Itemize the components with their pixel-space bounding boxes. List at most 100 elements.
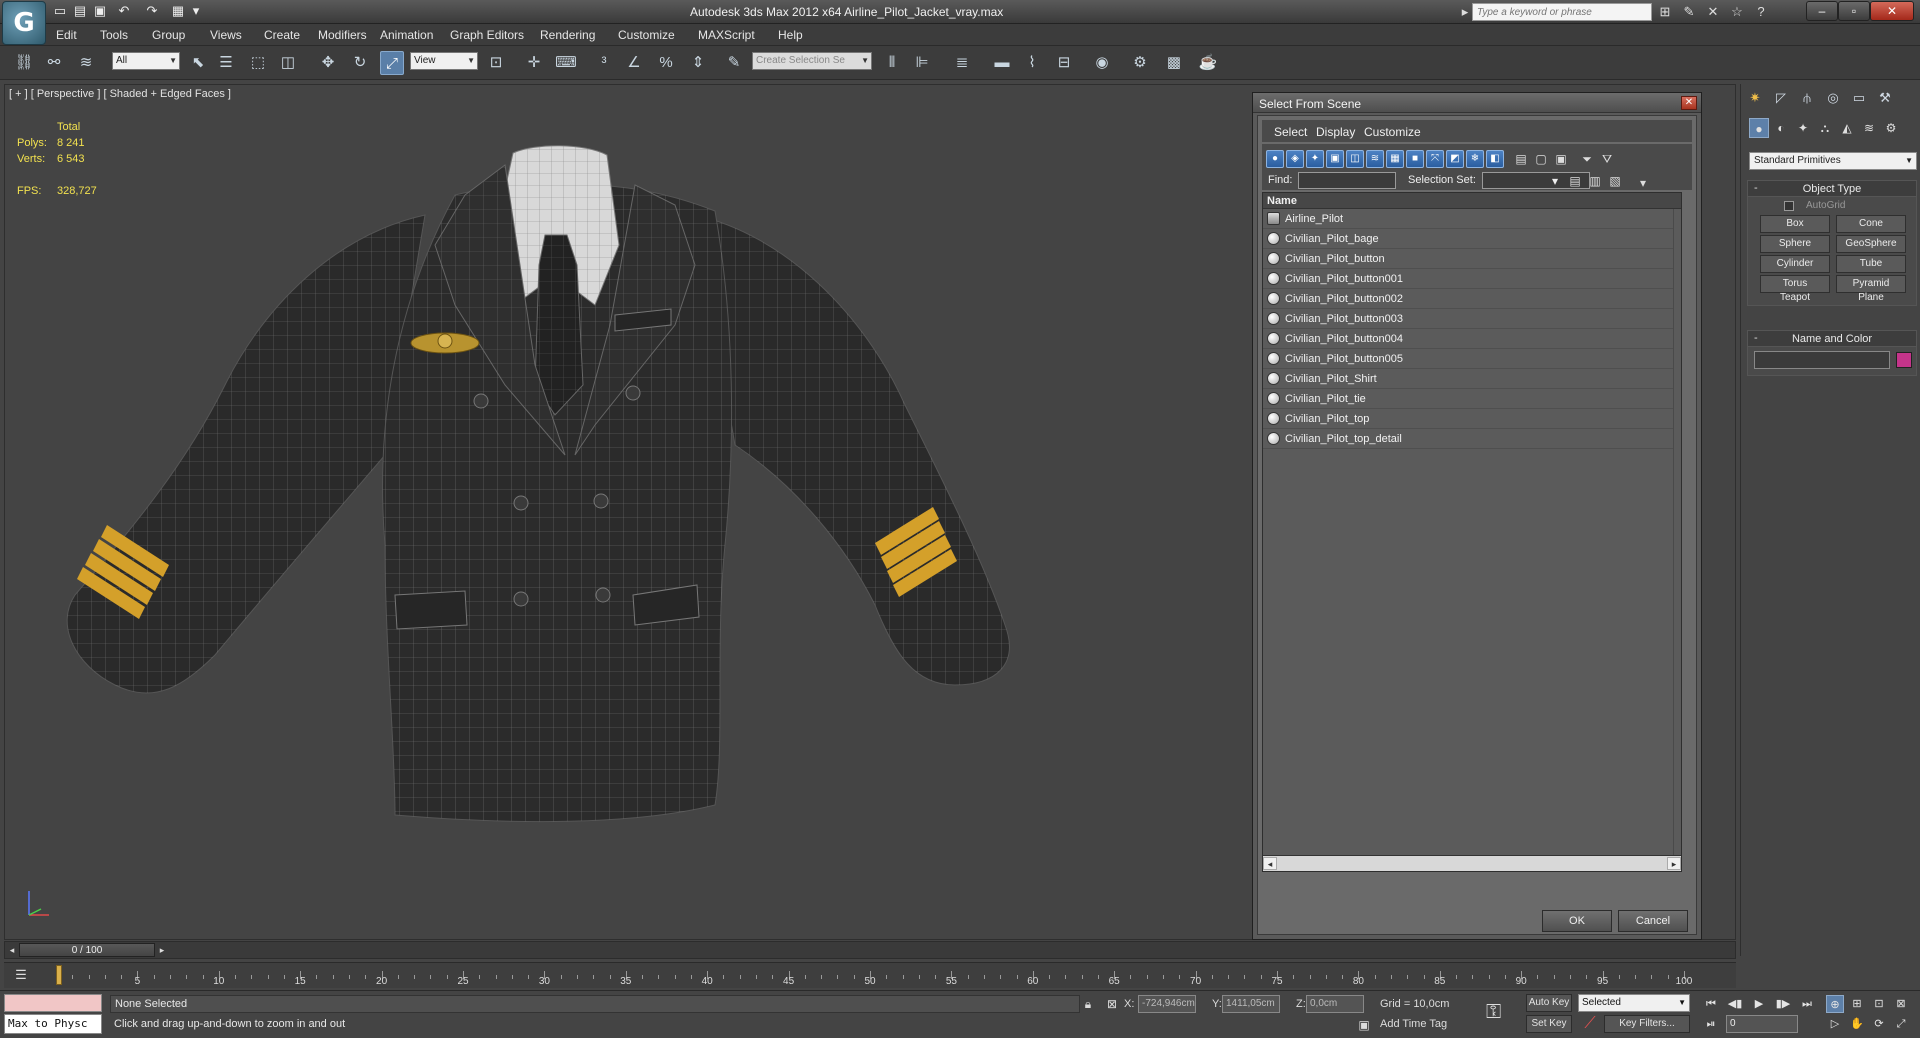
maximize-viewport-icon[interactable]: ⤢ bbox=[1892, 1015, 1910, 1033]
pyramid-button[interactable]: Pyramid bbox=[1836, 275, 1906, 293]
select-by-name-icon[interactable]: ☰ bbox=[214, 51, 238, 75]
select-object-icon[interactable]: ⬉ bbox=[186, 51, 210, 75]
maximize-button[interactable]: ▫ bbox=[1838, 1, 1870, 21]
list-item[interactable]: Civilian_Pilot_button bbox=[1263, 249, 1681, 269]
list-header[interactable]: Name bbox=[1263, 193, 1681, 209]
dialog-menu-display[interactable]: Display bbox=[1316, 125, 1355, 139]
render-setup-icon[interactable]: ⚙ bbox=[1128, 51, 1152, 75]
pan-view-icon[interactable]: ✋ bbox=[1848, 1015, 1866, 1033]
time-tag-icon[interactable]: ▣ bbox=[1356, 1017, 1372, 1033]
pilot-jacket-model[interactable] bbox=[35, 125, 1215, 945]
list-item[interactable]: Civilian_Pilot_tie bbox=[1263, 389, 1681, 409]
display-xrefs-icon[interactable]: ■ bbox=[1406, 150, 1424, 168]
list-item[interactable]: Civilian_Pilot_button005 bbox=[1263, 349, 1681, 369]
angle-snap-icon[interactable]: ∠ bbox=[622, 51, 646, 75]
display-groups-icon[interactable]: ▦ bbox=[1386, 150, 1404, 168]
scene-object-list[interactable]: Name Airline_Pilot Civilian_Pilot_bage Civ… bbox=[1262, 192, 1682, 872]
find-input[interactable] bbox=[1298, 172, 1396, 189]
viewport-label[interactable]: [ + ] [ Perspective ] [ Shaded + Edged F… bbox=[9, 88, 231, 100]
list-item[interactable]: Civilian_Pilot_button002 bbox=[1263, 289, 1681, 309]
select-and-move-icon[interactable]: ✥ bbox=[316, 51, 340, 75]
undo-icon[interactable]: ↶ bbox=[116, 3, 132, 19]
cone-button[interactable]: Cone bbox=[1836, 215, 1906, 233]
object-color-swatch[interactable] bbox=[1896, 352, 1912, 368]
z-coordinate-field[interactable]: 0,0cm bbox=[1306, 995, 1364, 1013]
display-helpers-icon[interactable]: ◫ bbox=[1346, 150, 1364, 168]
menu-animation[interactable]: Animation bbox=[380, 28, 433, 42]
display-space-warps-icon[interactable]: ≋ bbox=[1366, 150, 1384, 168]
edit-named-selection-icon[interactable]: ✎ bbox=[722, 51, 746, 75]
add-time-tag[interactable]: Add Time Tag bbox=[1380, 1018, 1447, 1030]
menu-rendering[interactable]: Rendering bbox=[540, 28, 595, 42]
menu-edit[interactable]: Edit bbox=[56, 28, 77, 42]
zoom-extents-all-icon[interactable]: ⊠ bbox=[1892, 995, 1910, 1013]
select-none-icon[interactable]: ▥ bbox=[1586, 172, 1604, 190]
search-input[interactable] bbox=[1472, 3, 1652, 21]
key-filters-button[interactable]: Key Filters... bbox=[1604, 1015, 1690, 1033]
dialog-close-button[interactable]: ✕ bbox=[1681, 96, 1697, 110]
project-folder-icon[interactable]: ▦ bbox=[170, 3, 186, 19]
name-and-color-rollout-header[interactable]: - Name and Color bbox=[1748, 331, 1916, 347]
object-type-rollout-header[interactable]: - Object Type bbox=[1748, 181, 1916, 197]
menu-customize[interactable]: Customize bbox=[618, 28, 675, 42]
time-slider[interactable]: ◂ 0 / 100 ▸ bbox=[4, 941, 1736, 959]
menu-group[interactable]: Group bbox=[152, 28, 185, 42]
go-to-start-icon[interactable]: ⏮ bbox=[1702, 995, 1720, 1013]
subscription-icon[interactable]: ✕ bbox=[1704, 3, 1722, 21]
orbit-icon[interactable]: ⟳ bbox=[1870, 1015, 1888, 1033]
display-shapes-icon[interactable]: ◈ bbox=[1286, 150, 1304, 168]
select-and-rotate-icon[interactable]: ↻ bbox=[348, 51, 372, 75]
named-selection-set-dropdown[interactable]: Create Selection Se ▼ bbox=[752, 52, 872, 70]
helpers-category-icon[interactable]: ◭ bbox=[1837, 118, 1857, 138]
systems-category-icon[interactable]: ⚙ bbox=[1881, 118, 1901, 138]
dialog-menu-customize[interactable]: Customize bbox=[1364, 125, 1421, 139]
zoom-all-icon[interactable]: ⊞ bbox=[1848, 995, 1866, 1013]
autogrid-checkbox[interactable] bbox=[1784, 201, 1794, 211]
absolute-mode-icon[interactable]: ⊠ bbox=[1104, 996, 1120, 1012]
time-configuration-icon[interactable]: ⏯ bbox=[1702, 1015, 1720, 1033]
list-item[interactable]: Civilian_Pilot_button001 bbox=[1263, 269, 1681, 289]
play-icon[interactable]: ▶ bbox=[1750, 995, 1768, 1013]
go-to-end-icon[interactable]: ⏭ bbox=[1798, 995, 1816, 1013]
teapot-button[interactable]: Teapot bbox=[1760, 293, 1830, 305]
key-filter-icon[interactable]: ⟋ bbox=[1580, 1015, 1600, 1033]
lights-category-icon[interactable]: ✦ bbox=[1793, 118, 1813, 138]
auto-key-button[interactable]: Auto Key bbox=[1526, 994, 1572, 1012]
snaps-toggle-icon[interactable]: ³ bbox=[592, 51, 616, 75]
spinner-snap-icon[interactable]: ⇕ bbox=[686, 51, 710, 75]
maxscript-mini-listener-input[interactable]: Max to Physc bbox=[4, 1014, 102, 1034]
modify-panel-tab-icon[interactable]: ◸ bbox=[1771, 88, 1791, 108]
display-invert-icon[interactable]: ▣ bbox=[1552, 150, 1570, 168]
ok-button[interactable]: OK bbox=[1542, 910, 1612, 932]
graphite-modeling-tools-icon[interactable]: ▬ bbox=[990, 51, 1014, 75]
create-panel-tab-icon[interactable]: ✷ bbox=[1745, 88, 1765, 108]
next-frame-icon[interactable]: ▮▶ bbox=[1774, 995, 1792, 1013]
geometry-category-icon[interactable]: ● bbox=[1749, 118, 1769, 138]
mirror-icon[interactable]: ⫴ bbox=[880, 51, 904, 75]
menu-tools[interactable]: Tools bbox=[100, 28, 128, 42]
display-panel-tab-icon[interactable]: ▭ bbox=[1849, 88, 1869, 108]
y-coordinate-field[interactable]: 1411,05cm bbox=[1222, 995, 1280, 1013]
bind-to-space-warp-icon[interactable]: ≋ bbox=[74, 51, 98, 75]
lock-selection-icon[interactable]: 🔒︎ bbox=[1080, 996, 1096, 1012]
x-coordinate-field[interactable]: -724,946cm bbox=[1138, 995, 1196, 1013]
chevron-down-icon[interactable]: ▾ bbox=[1546, 172, 1564, 190]
scroll-left-icon[interactable]: ◂ bbox=[1263, 857, 1277, 870]
set-key-button[interactable]: Set Key bbox=[1526, 1015, 1572, 1033]
select-and-manipulate-icon[interactable]: ✛ bbox=[522, 51, 546, 75]
display-frozen-icon[interactable]: ❄ bbox=[1466, 150, 1484, 168]
primitive-category-dropdown[interactable]: Standard Primitives ▼ bbox=[1749, 152, 1917, 170]
display-geometry-icon[interactable]: ● bbox=[1266, 150, 1284, 168]
list-item[interactable]: Civilian_Pilot_bage bbox=[1263, 229, 1681, 249]
torus-button[interactable]: Torus bbox=[1760, 275, 1830, 293]
display-none-icon[interactable]: ▢ bbox=[1532, 150, 1550, 168]
utilities-panel-tab-icon[interactable]: ⚒ bbox=[1875, 88, 1895, 108]
binoculars-icon[interactable]: ⊞ bbox=[1656, 3, 1674, 21]
filter-options-icon[interactable]: ⛛ bbox=[1598, 150, 1616, 168]
reference-coordinate-dropdown[interactable]: View ▼ bbox=[410, 52, 478, 70]
display-cameras-icon[interactable]: ▣ bbox=[1326, 150, 1344, 168]
scroll-right-icon[interactable]: ▸ bbox=[1667, 857, 1681, 870]
zoom-icon[interactable]: ⊕ bbox=[1826, 995, 1844, 1013]
quick-access-dropdown-icon[interactable]: ▾ bbox=[188, 3, 204, 19]
sphere-button[interactable]: Sphere bbox=[1760, 235, 1830, 253]
